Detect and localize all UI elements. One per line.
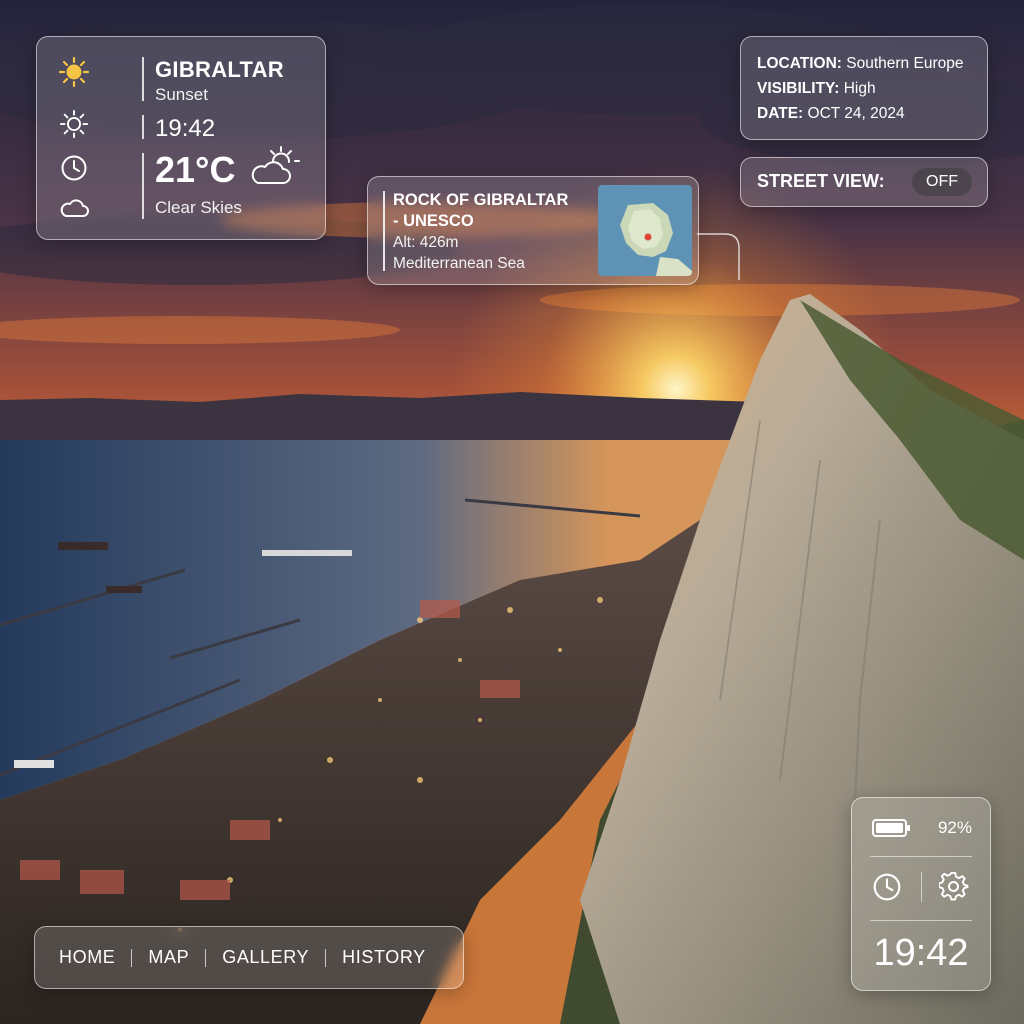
- divider: [921, 872, 922, 902]
- divider: [142, 153, 144, 219]
- location-value: Southern Europe: [846, 55, 964, 72]
- landmark-altitude: Alt: 426m: [393, 234, 459, 251]
- leader-line: [697, 233, 740, 280]
- date-value: OCT 24, 2024: [807, 105, 905, 122]
- nav-separator: [325, 948, 327, 967]
- nav-history[interactable]: HISTORY: [342, 947, 426, 968]
- status-panel: 92% 19:42: [851, 797, 991, 991]
- landmark-title-line2: - UNESCO: [393, 212, 474, 230]
- sun-outline-icon: [57, 107, 91, 141]
- visibility-label: VISIBILITY:: [757, 80, 840, 97]
- map-pin-icon: [644, 233, 652, 241]
- weather-panel: GIBRALTAR Sunset 19:42 21°C Clear Skies: [36, 36, 326, 240]
- status-time: 19:42: [873, 932, 969, 974]
- cloud-icon: [57, 191, 91, 225]
- landmark-sea: Mediterranean Sea: [393, 255, 525, 272]
- nav-gallery[interactable]: GALLERY: [222, 947, 309, 968]
- divider: [142, 115, 144, 139]
- visibility-line: VISIBILITY: High: [757, 80, 876, 98]
- nav-separator: [131, 948, 133, 967]
- bottom-nav: HOME MAP GALLERY HISTORY: [34, 926, 464, 989]
- battery-icon: [872, 818, 912, 843]
- date-label: DATE:: [757, 105, 804, 122]
- nav-separator: [205, 948, 207, 967]
- accent-bar: [383, 191, 385, 271]
- location-info-panel: LOCATION: Southern Europe VISIBILITY: Hi…: [740, 36, 988, 140]
- date-line: DATE: OCT 24, 2024: [757, 105, 905, 123]
- battery-percent: 92%: [937, 818, 972, 837]
- battery-row: 92%: [872, 816, 972, 840]
- period-label: Sunset: [155, 85, 208, 104]
- street-view-panel: STREET VIEW: OFF: [740, 157, 988, 207]
- temperature: 21°C: [155, 149, 236, 190]
- local-time: 19:42: [155, 115, 216, 142]
- gear-icon[interactable]: [938, 871, 969, 907]
- landmark-title-line1: ROCK OF GIBRALTAR: [393, 191, 569, 209]
- clock-icon[interactable]: [872, 872, 902, 907]
- divider: [870, 920, 972, 921]
- nav-map[interactable]: MAP: [148, 947, 189, 968]
- divider: [142, 57, 144, 101]
- street-view-toggle[interactable]: OFF: [912, 168, 972, 196]
- street-view-label: STREET VIEW:: [757, 171, 885, 191]
- location-label: LOCATION:: [757, 55, 842, 72]
- visibility-value: High: [843, 80, 876, 97]
- clock-icon: [57, 151, 91, 185]
- sun-icon: [57, 55, 91, 89]
- nav-home[interactable]: HOME: [59, 947, 115, 968]
- mini-map[interactable]: [598, 185, 692, 276]
- city-name: GIBRALTAR: [155, 57, 284, 82]
- location-line: LOCATION: Southern Europe: [757, 55, 963, 73]
- cloud-sun-icon: [249, 145, 301, 194]
- weather-condition: Clear Skies: [155, 198, 242, 217]
- landmark-card[interactable]: ROCK OF GIBRALTAR - UNESCO Alt: 426m Med…: [367, 176, 699, 285]
- divider: [870, 856, 972, 857]
